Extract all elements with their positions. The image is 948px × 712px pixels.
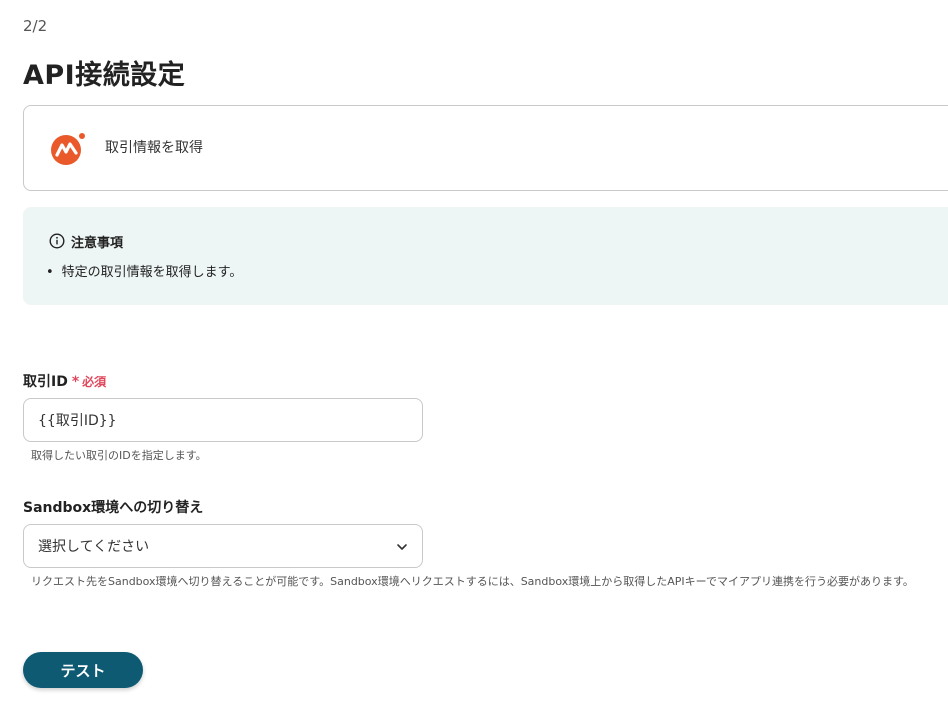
info-circle-icon — [49, 233, 65, 249]
notice-item: 特定の取引情報を取得します。 — [46, 261, 243, 280]
transaction-id-input[interactable]: {{取引ID}} — [23, 398, 423, 442]
notice-box — [23, 207, 948, 305]
sandbox-label: Sandbox環境への切り替え — [23, 500, 204, 516]
notice-title: 注意事項 — [71, 236, 124, 251]
required-star-icon: * — [71, 374, 80, 390]
test-button[interactable]: テスト — [23, 652, 143, 688]
transaction-id-value: {{取引ID}} — [38, 413, 117, 429]
required-badge: * 必須 — [71, 374, 107, 390]
transaction-id-help: 取得したい取引のIDを指定します。 — [31, 449, 207, 462]
page-title: API接続設定 — [23, 60, 186, 91]
required-text: 必須 — [82, 375, 107, 389]
money-forward-logo — [51, 133, 85, 165]
app-action-label: 取引情報を取得 — [105, 140, 203, 156]
chevron-down-icon — [397, 544, 407, 550]
field-label-text: 取引ID — [23, 374, 68, 390]
step-indicator: 2/2 — [23, 17, 48, 35]
sandbox-help: リクエスト先をSandbox環境へ切り替えることが可能です。Sandbox環境へ… — [31, 575, 914, 588]
sandbox-select-value: 選択してください — [38, 539, 150, 555]
sandbox-select[interactable]: 選択してください — [23, 524, 423, 568]
transaction-id-label: 取引ID * 必須 — [23, 371, 106, 391]
